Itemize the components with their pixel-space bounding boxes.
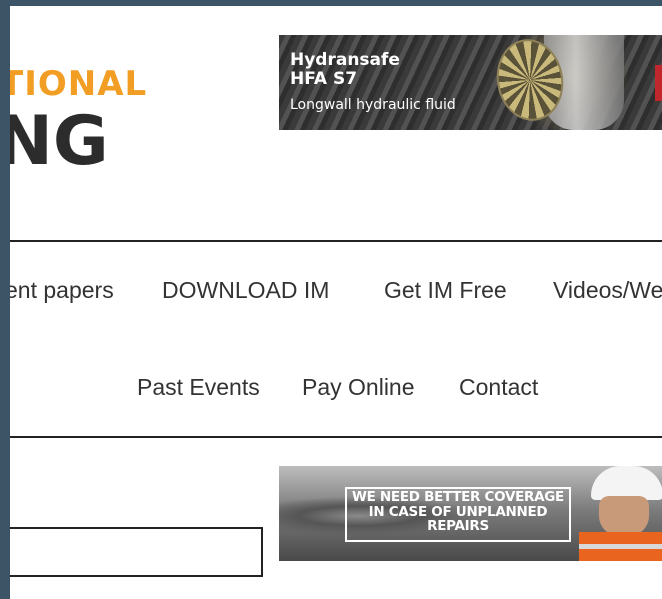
logo-line-2: NG: [10, 102, 109, 181]
nav-item-download-im[interactable]: DOWNLOAD IM: [162, 277, 329, 304]
nav-bottom-divider: [10, 436, 662, 438]
nav-item-pay-online[interactable]: Pay Online: [302, 374, 415, 401]
search-input[interactable]: [10, 527, 263, 577]
logo-line-1: TIONAL: [10, 64, 148, 104]
ad-title-2: HFA S7: [290, 69, 358, 89]
nav-item-videos-webinars[interactable]: Videos/We: [553, 277, 662, 304]
ad-title-1: Hydransafe: [290, 50, 400, 70]
nav-item-past-events[interactable]: Past Events: [137, 374, 260, 401]
nav-item-get-im-free[interactable]: Get IM Free: [384, 277, 507, 304]
content-ad-banner[interactable]: WE NEED BETTER COVERAGE IN CASE OF UNPLA…: [279, 466, 662, 561]
ad-worker-face: [599, 496, 649, 536]
nav-item-contact[interactable]: Contact: [459, 374, 538, 401]
header-ad-banner[interactable]: Hydransafe HFA S7 Longwall hydraulic flu…: [279, 35, 662, 130]
ad-subtitle: Longwall hydraulic fluid: [290, 97, 456, 113]
nav-item-white-papers[interactable]: ent papers: [10, 277, 114, 304]
page: TIONAL NG Hydransafe HFA S7 Longwall hyd…: [10, 6, 662, 599]
nav-top-divider: [10, 240, 662, 242]
ad-accent-mark: [655, 65, 662, 101]
ad-worker-helmet: [591, 466, 662, 500]
ad-headline: WE NEED BETTER COVERAGE IN CASE OF UNPLA…: [352, 489, 564, 534]
ad-vest-stripe: [579, 544, 662, 549]
